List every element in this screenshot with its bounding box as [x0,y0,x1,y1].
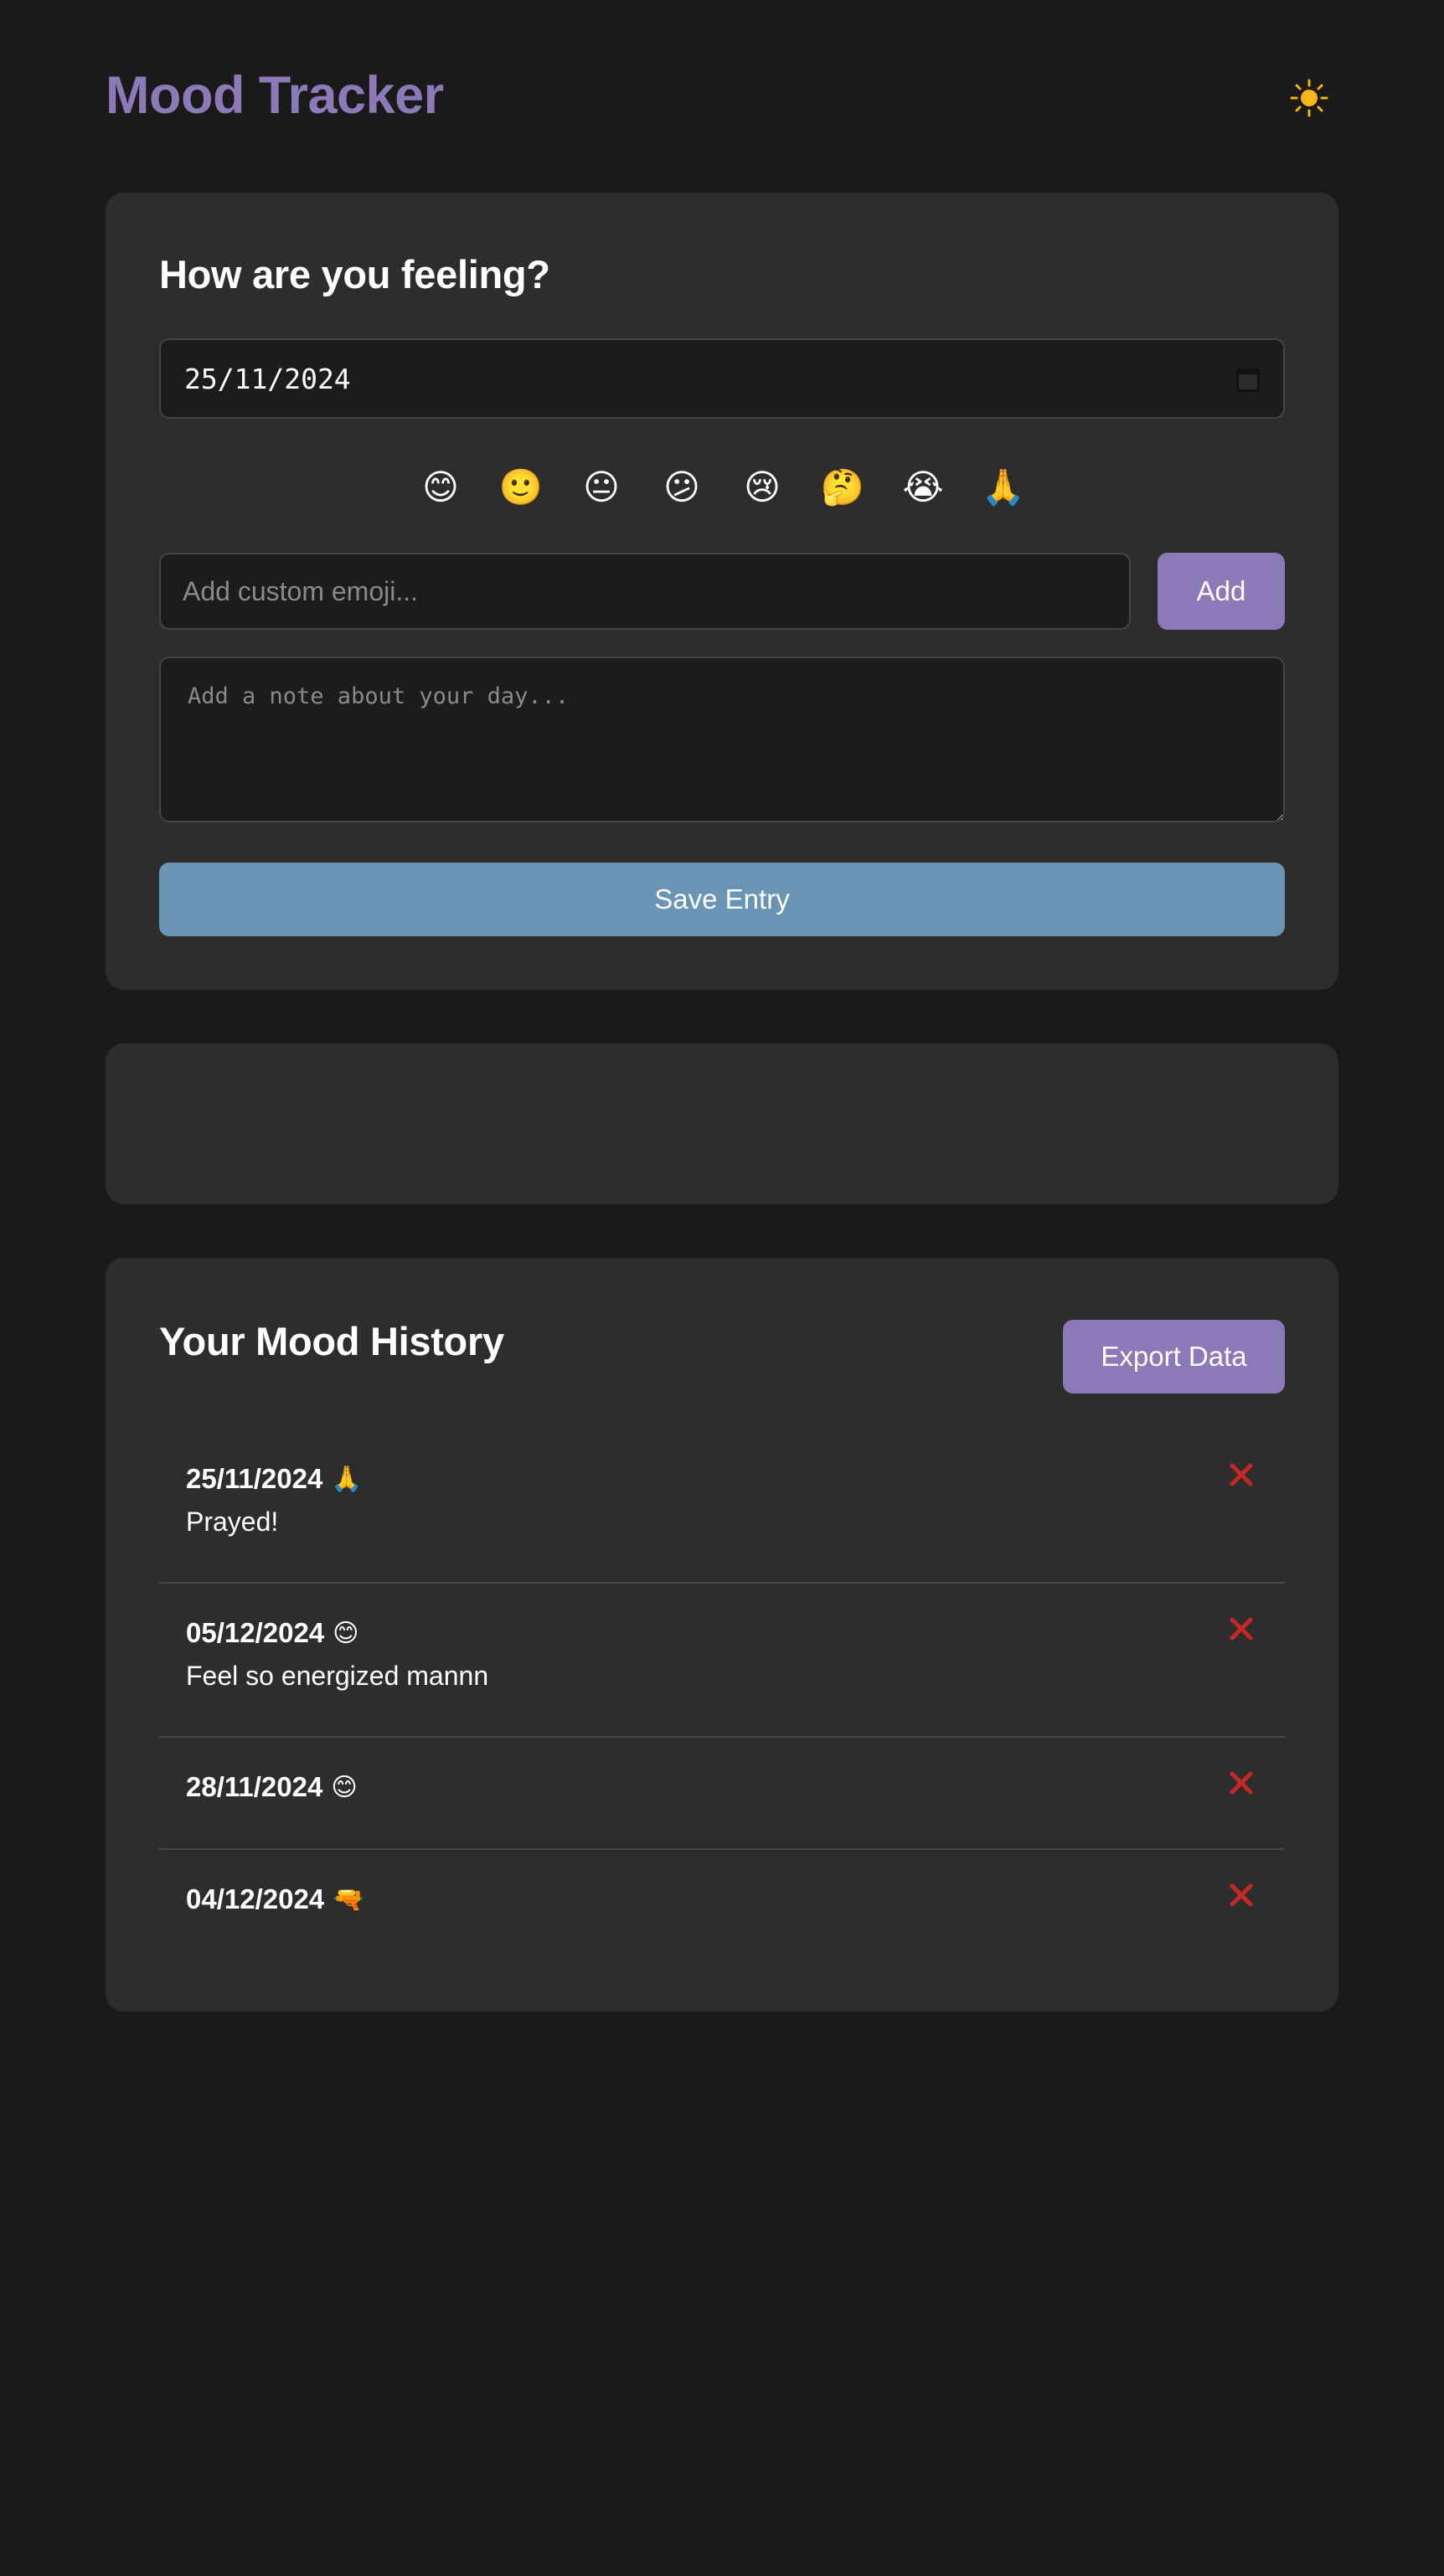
app-title: Mood Tracker [106,66,444,125]
entry-date: 25/11/2024 [186,1463,323,1494]
emoji-option-sobbing[interactable]: 😭 [902,446,943,529]
entry-date-line: 25/11/2024 🙏 [186,1463,1258,1495]
delete-entry-button[interactable] [1223,1765,1260,1801]
emoji-option-neutral[interactable]: 😐 [581,446,621,529]
mood-history-card: Your Mood History Export Data 25/11/2024… [106,1258,1338,2012]
sun-icon [1290,79,1328,117]
date-value: 25/11/2024 [184,362,351,395]
history-entry: 05/12/2024 😊 Feel so energized mannn [159,1584,1285,1738]
date-input[interactable]: 25/11/2024 [159,338,1285,419]
entry-heading: How are you feeling? [159,252,550,296]
mood-entry-card: How are you feeling? 25/11/2024 😊 🙂 😐 😕 … [106,193,1338,990]
save-entry-button[interactable]: Save Entry [159,863,1285,936]
entry-date-line: 04/12/2024 🔫 [186,1883,1258,1915]
custom-emoji-input[interactable] [159,553,1131,630]
delete-entry-button[interactable] [1223,1456,1260,1493]
emoji-option-confused[interactable]: 😕 [662,446,702,529]
history-heading: Your Mood History [159,1319,504,1363]
history-list: 25/11/2024 🙏 Prayed! 05/12/2024 😊 Feel s… [159,1430,1285,1962]
emoji-option-praying[interactable]: 🙏 [982,446,1025,529]
history-entry: 25/11/2024 🙏 Prayed! [159,1430,1285,1584]
emoji-option-crying[interactable]: 😢 [742,446,782,529]
delete-entry-button[interactable] [1223,1877,1260,1914]
calendar-icon[interactable] [1236,368,1260,392]
entry-date-line: 05/12/2024 😊 [186,1617,1258,1649]
emoji-option-slight-smile[interactable]: 🙂 [499,446,543,529]
close-icon [1230,1463,1253,1486]
add-emoji-button[interactable]: Add [1158,553,1285,630]
entry-date: 04/12/2024 [186,1883,325,1914]
app-header: Mood Tracker [106,0,1338,193]
close-icon [1230,1771,1253,1795]
entry-date: 28/11/2024 [186,1771,323,1802]
close-icon [1230,1617,1253,1641]
mood-chart-card [106,1043,1338,1204]
theme-toggle-button[interactable] [1280,69,1338,127]
entry-emoji: 😊 [333,1619,359,1647]
entry-emoji: 🙏 [331,1465,363,1493]
history-entry: 04/12/2024 🔫 [159,1850,1285,1962]
emoji-option-smiling[interactable]: 😊 [420,446,461,529]
app-container: Mood Tracker How are you feeling? 25/11/… [106,0,1338,2012]
history-entry: 28/11/2024 😊 [159,1738,1285,1850]
entry-date-line: 28/11/2024 😊 [186,1771,1258,1803]
entry-emoji: 🔫 [333,1885,364,1914]
note-textarea[interactable] [159,657,1285,822]
entry-emoji: 😊 [331,1773,358,1801]
emoji-selector: 😊 🙂 😐 😕 😢 🤔 😭 🙏 [159,446,1285,529]
entry-date: 05/12/2024 [186,1617,325,1648]
export-data-button[interactable]: Export Data [1063,1320,1285,1394]
entry-note: Prayed! [186,1507,279,1537]
entry-note: Feel so energized mannn [186,1661,489,1691]
emoji-option-thinking[interactable]: 🤔 [821,446,864,529]
delete-entry-button[interactable] [1223,1610,1260,1647]
close-icon [1230,1883,1253,1907]
